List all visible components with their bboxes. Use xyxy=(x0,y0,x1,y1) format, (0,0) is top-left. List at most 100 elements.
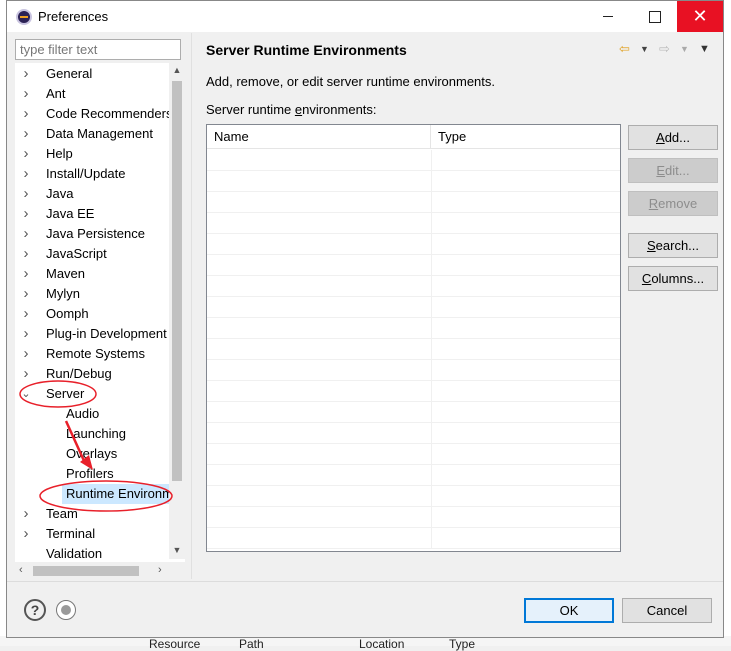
table-row[interactable] xyxy=(207,402,620,423)
table-row[interactable] xyxy=(207,213,620,234)
search-button[interactable]: Search... xyxy=(628,233,718,258)
chevron-right-icon[interactable]: › xyxy=(19,184,33,204)
tree-item-label: Code Recommenders xyxy=(46,106,173,121)
bg-column-resource: Resource xyxy=(149,637,201,651)
window-title: Preferences xyxy=(38,9,109,24)
tree-item-label: Help xyxy=(46,146,73,161)
bg-column-type: Type xyxy=(449,637,476,651)
table-row[interactable] xyxy=(207,465,620,486)
chevron-right-icon[interactable]: › xyxy=(19,364,33,384)
panel-divider[interactable] xyxy=(191,33,192,579)
tree-item-label: Plug-in Development xyxy=(46,326,167,341)
tree-item-label: JavaScript xyxy=(46,246,107,261)
table-row[interactable] xyxy=(207,171,620,192)
remove-button[interactable]: Remove xyxy=(628,191,718,216)
bg-column-path: Path xyxy=(239,637,264,651)
tree-item-label: Server xyxy=(46,386,85,401)
columns-label-post: olumns... xyxy=(651,271,705,286)
chevron-right-icon[interactable]: › xyxy=(19,264,33,284)
bg-column-location: Location xyxy=(359,637,405,651)
tree-item-label: Run/Debug xyxy=(46,366,112,381)
table-row[interactable] xyxy=(207,297,620,318)
column-header-name[interactable]: Name xyxy=(207,125,431,149)
page-title: Server Runtime Environments xyxy=(206,42,407,58)
table-row[interactable] xyxy=(207,234,620,255)
tree-item-label: Runtime Environm xyxy=(62,484,177,504)
chevron-right-icon[interactable]: › xyxy=(19,344,33,364)
scroll-down-icon[interactable]: ▼ xyxy=(169,545,185,555)
table-row[interactable] xyxy=(207,339,620,360)
table-row[interactable] xyxy=(207,507,620,528)
column-header-type[interactable]: Type xyxy=(431,125,620,149)
table-row[interactable] xyxy=(207,381,620,402)
scroll-left-icon[interactable]: ‹ xyxy=(19,562,23,579)
chevron-right-icon[interactable]: › xyxy=(19,204,33,224)
table-row[interactable] xyxy=(207,528,620,549)
chevron-right-icon[interactable]: › xyxy=(19,84,33,104)
chevron-right-icon[interactable]: › xyxy=(19,504,33,524)
tree-item-label: Remote Systems xyxy=(46,346,145,361)
preferences-dialog: Preferences ✕ › General › Ant › Code Recommen… xyxy=(6,0,724,638)
chevron-right-icon[interactable]: › xyxy=(19,224,33,244)
tree-vertical-scrollbar[interactable]: ▲ ▼ xyxy=(169,63,185,559)
tree-item-label: Audio xyxy=(66,406,100,421)
tree-item-label: Launching xyxy=(66,426,126,441)
title-bar[interactable]: Preferences ✕ xyxy=(7,1,723,32)
table-row[interactable] xyxy=(207,255,620,276)
tree-item-label: Profilers xyxy=(66,466,114,481)
eclipse-icon xyxy=(16,9,32,25)
chevron-right-icon[interactable]: › xyxy=(19,324,33,344)
table-row[interactable] xyxy=(207,360,620,381)
tree-item-label: Java EE xyxy=(46,206,95,221)
scroll-corner xyxy=(169,562,185,579)
table-row[interactable] xyxy=(207,192,620,213)
ok-button[interactable]: OK xyxy=(524,598,614,623)
tree-horizontal-scrollbar[interactable]: ‹ › xyxy=(15,562,169,579)
tree-item-label: Java Persistence xyxy=(46,226,145,241)
chevron-right-icon[interactable]: › xyxy=(19,144,33,164)
chevron-right-icon[interactable]: › xyxy=(19,164,33,184)
tree-item-label: Data Management xyxy=(46,126,153,141)
runtime-environments-table[interactable]: Name Type xyxy=(206,124,621,552)
cancel-button[interactable]: Cancel xyxy=(622,598,712,623)
scroll-right-icon[interactable]: › xyxy=(158,562,162,579)
edit-label-post: dit... xyxy=(665,163,690,178)
chevron-right-icon[interactable]: › xyxy=(19,284,33,304)
close-button[interactable]: ✕ xyxy=(677,1,723,32)
chevron-right-icon[interactable]: › xyxy=(19,64,33,84)
back-menu-chevron-icon[interactable]: ▼ xyxy=(640,44,649,54)
remove-label-post: emove xyxy=(658,196,698,211)
hscroll-thumb[interactable] xyxy=(33,566,139,576)
add-button[interactable]: Add... xyxy=(628,125,718,150)
chevron-right-icon[interactable]: › xyxy=(19,304,33,324)
table-row[interactable] xyxy=(207,444,620,465)
tree-item-label: Maven xyxy=(46,266,86,281)
table-row[interactable] xyxy=(207,423,620,444)
chevron-right-icon[interactable]: › xyxy=(19,524,33,544)
tree-item-label: General xyxy=(46,66,93,81)
tree-item-label: Team xyxy=(46,506,78,521)
maximize-button[interactable] xyxy=(631,1,677,32)
table-row[interactable] xyxy=(207,318,620,339)
filter-input[interactable] xyxy=(15,39,181,60)
table-row[interactable] xyxy=(207,276,620,297)
chevron-right-icon[interactable]: › xyxy=(19,104,33,124)
forward-menu-chevron-icon[interactable]: ▼ xyxy=(680,44,689,54)
chevron-down-icon[interactable]: ⌄ xyxy=(19,384,33,404)
chevron-right-icon[interactable]: › xyxy=(19,124,33,144)
view-menu-icon[interactable]: ▼ xyxy=(699,43,710,55)
edit-button[interactable]: Edit... xyxy=(628,158,718,183)
columns-button[interactable]: Columns... xyxy=(628,266,718,291)
table-row[interactable] xyxy=(207,486,620,507)
back-arrow-icon[interactable]: ⇦ xyxy=(619,41,630,57)
chevron-right-icon[interactable]: › xyxy=(19,244,33,264)
forward-arrow-icon[interactable]: ⇨ xyxy=(659,41,670,57)
scroll-up-icon[interactable]: ▲ xyxy=(169,65,185,75)
scroll-thumb[interactable] xyxy=(172,81,182,481)
search-mnemonic: S xyxy=(646,238,656,253)
import-export-preferences-icon[interactable] xyxy=(56,600,76,620)
minimize-button[interactable] xyxy=(585,1,631,32)
table-row[interactable] xyxy=(207,150,620,171)
help-icon[interactable]: ? xyxy=(24,599,46,621)
tree-item-label: Java xyxy=(46,186,74,201)
